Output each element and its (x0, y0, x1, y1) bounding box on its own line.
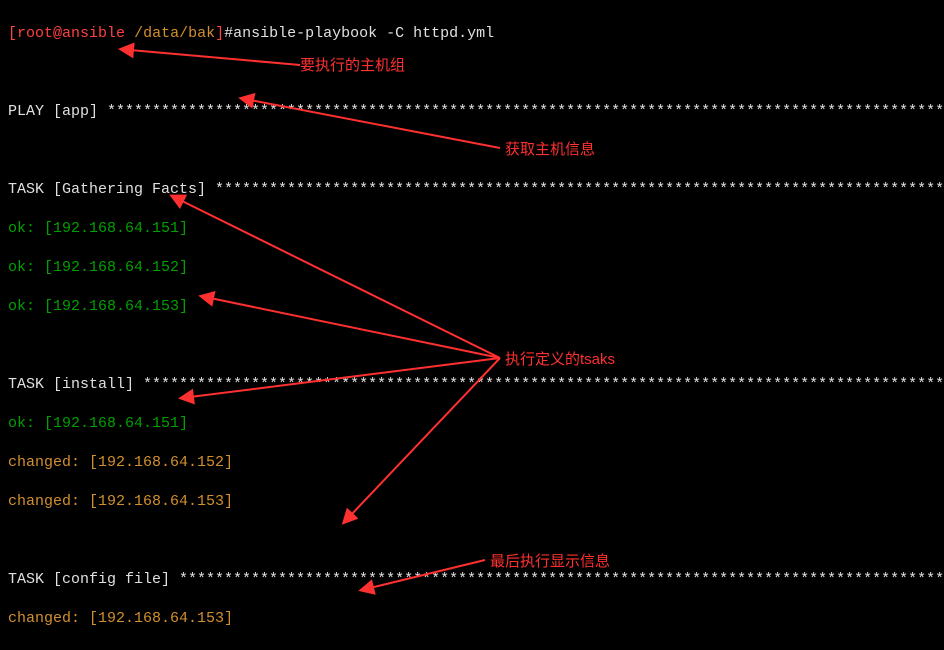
prompt-close: ] (215, 25, 224, 42)
task-config-header: TASK [config file] *********************… (8, 570, 936, 590)
task-install-header: TASK [install] *************************… (8, 375, 936, 395)
annotation-gather-facts: 获取主机信息 (505, 140, 595, 160)
prompt-line[interactable]: [root@ansible /data/bak]#ansible-playboo… (8, 24, 936, 44)
prompt-hash: # (224, 25, 233, 42)
task-gather-header: TASK [Gathering Facts] *****************… (8, 180, 936, 200)
terminal-output: [root@ansible /data/bak]#ansible-playboo… (0, 0, 944, 650)
result-row: ok: [192.168.64.151] (8, 219, 936, 239)
result-row: ok: [192.168.64.153] (8, 297, 936, 317)
annotation-hosts-group: 要执行的主机组 (300, 56, 405, 76)
result-row: changed: [192.168.64.153] (8, 492, 936, 512)
prompt-open: [ (8, 25, 17, 42)
prompt-user: root (17, 25, 53, 42)
annotation-recap: 最后执行显示信息 (490, 552, 610, 572)
result-row: changed: [192.168.64.152] (8, 453, 936, 473)
result-row: ok: [192.168.64.151] (8, 414, 936, 434)
prompt-at: @ (53, 25, 62, 42)
result-row: changed: [192.168.64.153] (8, 609, 936, 629)
prompt-host: ansible (62, 25, 134, 42)
prompt-command: ansible-playbook -C httpd.yml (233, 25, 494, 42)
prompt-path: /data/bak (134, 25, 215, 42)
play-header: PLAY [app] *****************************… (8, 102, 936, 122)
annotation-tasks: 执行定义的tsaks (505, 350, 615, 370)
result-row: ok: [192.168.64.152] (8, 258, 936, 278)
